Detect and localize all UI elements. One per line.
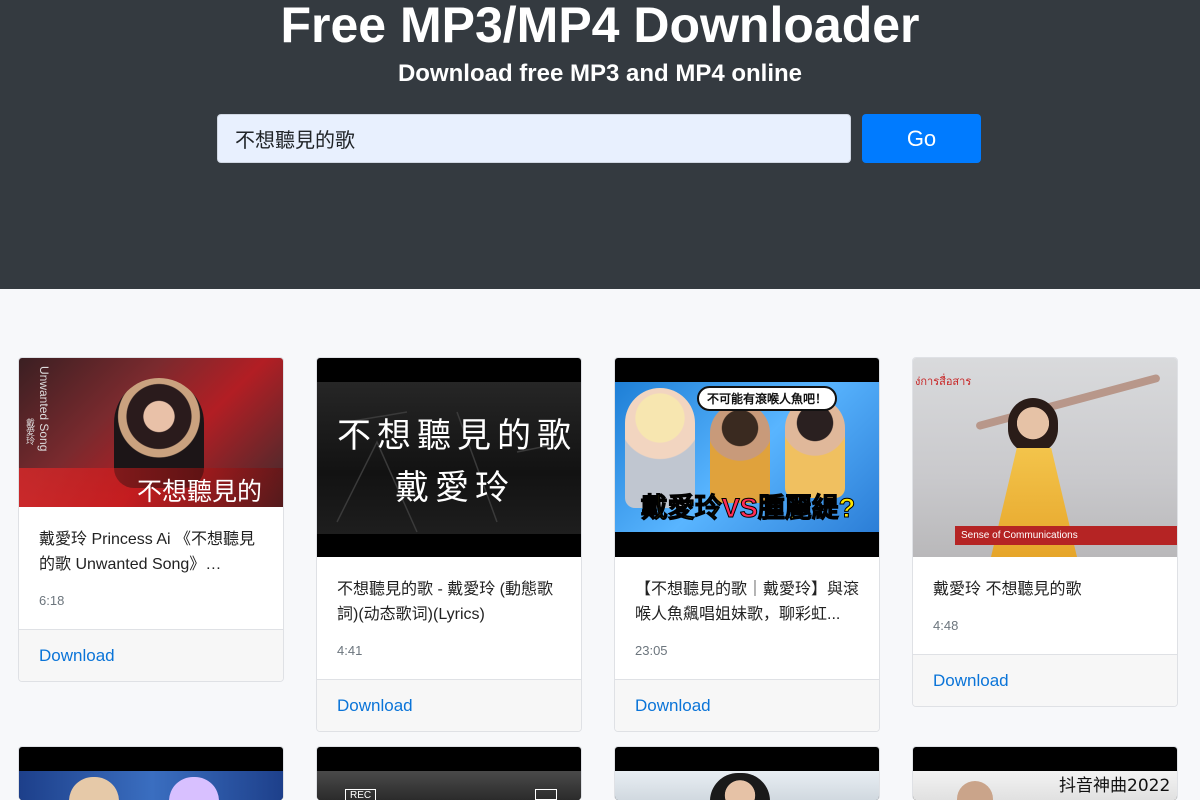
card-footer: Download <box>615 679 879 731</box>
thumbnail-rec-label: REC <box>345 789 377 800</box>
thumbnail-banner: Sense of Communications <box>955 526 1177 545</box>
download-link[interactable]: Download <box>39 646 115 666</box>
result-card: REC <box>316 746 582 800</box>
video-thumbnail[interactable] <box>19 747 283 800</box>
search-input[interactable] <box>217 114 851 163</box>
download-link[interactable]: Download <box>635 696 711 716</box>
thumbnail-name-1: 戴愛玲 <box>640 493 722 524</box>
video-title: 戴愛玲 不想聽見的歌 <box>933 581 1082 598</box>
thumbnail-title-text: 抖音神曲2022 <box>1059 776 1171 796</box>
thumbnail-headline: 戴愛玲VS腫麗緹? <box>615 486 879 525</box>
page-subtitle: Download free MP3 and MP4 online <box>397 60 803 87</box>
thumbnail-title-text: 不想聽見的歌 <box>337 416 577 456</box>
result-card <box>614 746 880 800</box>
video-title: 【不想聽見的歌｜戴愛玲】與滾喉人魚飆唱姐妹歌，聊彩虹... <box>635 581 859 623</box>
video-thumbnail[interactable]: REC <box>317 747 581 800</box>
video-thumbnail[interactable]: ง่การสื่อสาร Sense of Communications <box>913 358 1177 557</box>
result-card: ง่การสื่อสาร Sense of Communications 戴愛玲… <box>912 357 1178 707</box>
video-thumbnail[interactable]: Unwanted Song 戴愛玲 不想聽見的歌 <box>19 358 283 507</box>
battery-icon <box>535 789 557 800</box>
video-duration: 6:18 <box>39 593 65 608</box>
result-card: 不想聽見的歌 戴愛玲 不想聽見的歌 - 戴愛玲 (動態歌詞)(动态歌词)(Lyr… <box>316 357 582 732</box>
thumbnail-artist-text: 戴愛玲 <box>25 418 35 445</box>
result-card: Unwanted Song 戴愛玲 不想聽見的歌 戴愛玲 Princess Ai… <box>18 357 284 682</box>
thumbnail-title-text: 不想聽見的歌 <box>137 477 263 506</box>
video-title: 戴愛玲 Princess Ai 《不想聽見的歌 Unwanted Song》Of… <box>39 531 256 573</box>
page-title: Free MP3/MP4 Downloader <box>280 0 920 53</box>
card-footer: Download <box>913 654 1177 706</box>
thumbnail-vs: VS <box>721 493 758 524</box>
card-footer: Download <box>19 629 283 681</box>
result-card <box>18 746 284 800</box>
singer-figure <box>1008 398 1058 454</box>
thumbnail-artist-text: 戴愛玲 <box>395 468 515 508</box>
header-banner: Free MP3/MP4 Downloader Download free MP… <box>0 0 1200 289</box>
thumbnail-sketch-lines <box>336 411 568 533</box>
video-duration: 4:41 <box>337 643 363 658</box>
video-duration: 4:48 <box>933 618 959 633</box>
download-link[interactable]: Download <box>337 696 413 716</box>
result-card: 不可能有滾喉人魚吧！ 戴愛玲VS腫麗緹? 【不想聽見的歌｜戴愛玲】與滾喉人魚飆唱… <box>614 357 880 732</box>
video-thumbnail[interactable]: 不可能有滾喉人魚吧！ 戴愛玲VS腫麗緹? <box>615 358 879 557</box>
person-figure <box>785 398 845 498</box>
thumbnail-side-text: Unwanted Song <box>37 366 51 452</box>
video-thumbnail[interactable]: 不想聽見的歌 戴愛玲 <box>317 358 581 557</box>
video-title: 不想聽見的歌 - 戴愛玲 (動態歌詞)(动态歌词)(Lyrics) <box>337 581 553 623</box>
thumbnail-name-2: 腫麗緹? <box>757 493 856 524</box>
video-thumbnail[interactable]: 抖音神曲2022 <box>913 747 1177 800</box>
go-button[interactable]: Go <box>862 114 981 163</box>
card-footer: Download <box>317 679 581 731</box>
video-duration: 23:05 <box>635 643 668 658</box>
thumbnail-speech-bubble: 不可能有滾喉人魚吧！ <box>697 386 838 411</box>
thumbnail-corner-text: ง่การสื่อสาร <box>915 376 972 388</box>
result-card: 抖音神曲2022 <box>912 746 1178 800</box>
video-thumbnail[interactable] <box>615 747 879 800</box>
download-link[interactable]: Download <box>933 671 1009 691</box>
